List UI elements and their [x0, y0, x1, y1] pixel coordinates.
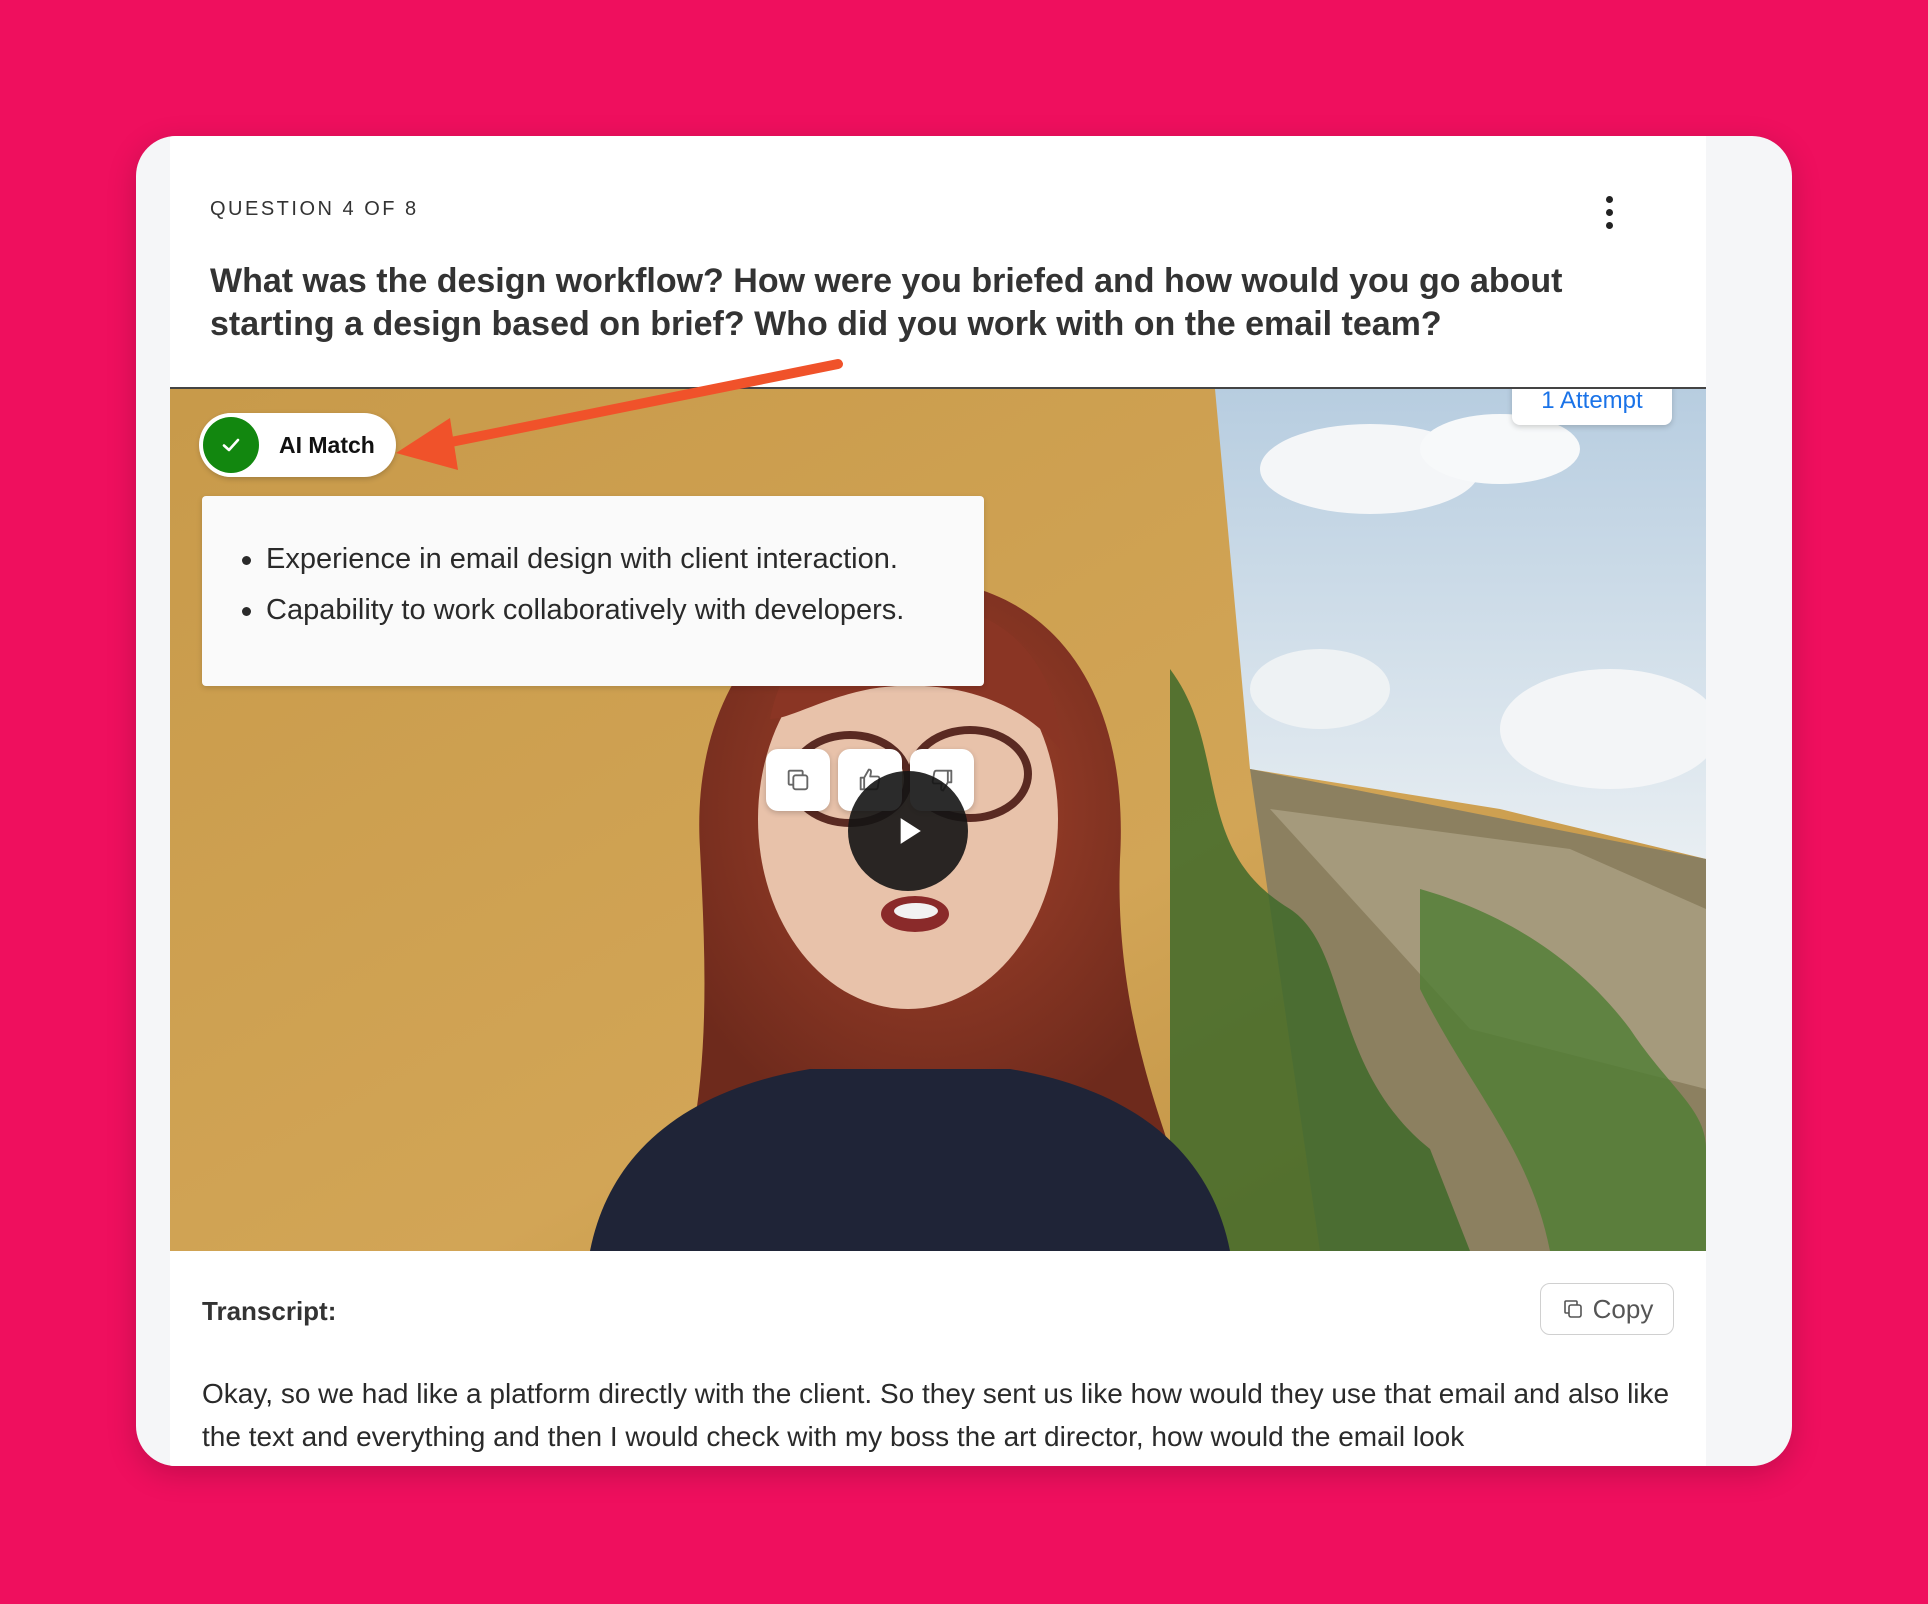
- video-player[interactable]: 1 Attempt AI Match Experience in email d…: [170, 389, 1706, 1251]
- play-button[interactable]: [848, 771, 968, 891]
- transcript-text: Okay, so we had like a platform directly…: [202, 1378, 1670, 1452]
- play-icon: [900, 818, 921, 844]
- copy-transcript-button[interactable]: Copy: [1540, 1283, 1674, 1335]
- copy-icon: [1563, 1300, 1582, 1318]
- check-circle: [203, 417, 259, 473]
- more-vertical-icon-dot: [1605, 221, 1613, 229]
- more-vertical-icon: [1605, 195, 1613, 203]
- more-options-button[interactable]: [1594, 192, 1624, 232]
- attempts-badge[interactable]: 1 Attempt: [1512, 389, 1672, 425]
- question-panel: QUESTION 4 OF 8 What was the design work…: [170, 136, 1706, 1466]
- more-vertical-icon-dot: [1605, 208, 1613, 216]
- ai-match-badge[interactable]: AI Match: [199, 413, 396, 477]
- question-card: QUESTION 4 OF 8 What was the design work…: [136, 136, 1792, 1466]
- question-counter: QUESTION 4 OF 8: [210, 198, 419, 220]
- check-icon: [222, 438, 240, 452]
- copy-label: Copy: [1592, 1293, 1654, 1324]
- summary-item: Experience in email design with client i…: [242, 534, 984, 585]
- summary-item: Capability to work collaboratively with …: [242, 585, 984, 636]
- copy-icon: [787, 769, 809, 791]
- ai-match-label: AI Match: [279, 431, 375, 458]
- ai-summary-box: Experience in email design with client i…: [202, 496, 984, 811]
- transcript-label: Transcript:: [202, 1296, 337, 1326]
- question-text: What was the design workflow? How were y…: [210, 262, 1563, 343]
- check-badge: [199, 413, 263, 477]
- copy-summary-button[interactable]: [766, 749, 830, 811]
- summary-list: Experience in email design with client i…: [202, 496, 984, 636]
